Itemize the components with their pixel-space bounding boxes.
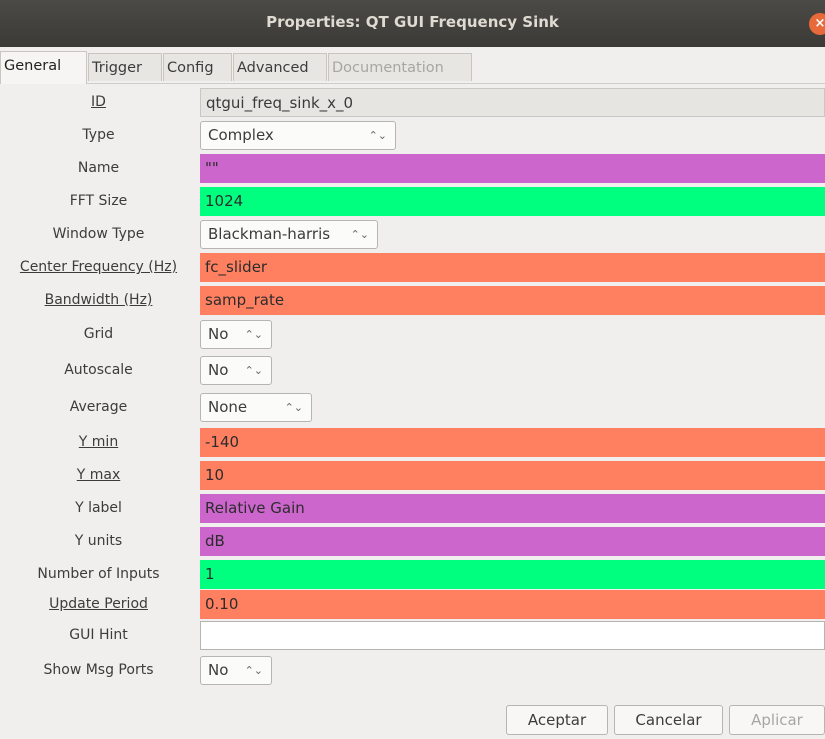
accept-button[interactable]: Aceptar	[506, 705, 608, 735]
property-label: ID	[91, 94, 106, 110]
property-row-average: Average None ⌃⌄	[0, 391, 825, 424]
property-row-y-label: Y label Relative Gain	[0, 492, 825, 525]
chevron-updown-icon: ⌃⌄	[244, 328, 263, 341]
fft-size-field[interactable]: 1024	[200, 187, 825, 216]
property-row-y-min: Y min -140	[0, 426, 825, 459]
property-row-fft-size: FFT Size 1024	[0, 185, 825, 218]
window-type-combo[interactable]: Blackman-harris ⌃⌄	[200, 220, 378, 249]
property-row-type: Type Complex ⌃⌄	[0, 119, 825, 152]
title-bar: Properties: QT GUI Frequency Sink ×	[0, 0, 825, 47]
properties-panel: ID qtgui_freq_sink_x_0 Type Complex ⌃⌄ Na…	[0, 84, 825, 696]
tab-trigger[interactable]: Trigger	[88, 53, 162, 81]
property-row-name: Name ""	[0, 152, 825, 185]
chevron-updown-icon: ⌃⌄	[368, 129, 387, 142]
bandwidth-field[interactable]: samp_rate	[200, 286, 825, 315]
average-combo[interactable]: None ⌃⌄	[200, 393, 312, 422]
property-label: Grid	[83, 326, 114, 342]
chevron-updown-icon: ⌃⌄	[350, 228, 369, 241]
property-label: Number of Inputs	[37, 566, 160, 582]
property-row-number-of-inputs: Number of Inputs 1	[0, 558, 825, 591]
apply-button: Aplicar	[729, 705, 825, 735]
y-max-field[interactable]: 10	[200, 461, 825, 490]
property-row-center-frequency: Center Frequency (Hz) fc_slider	[0, 251, 825, 284]
property-row-id: ID qtgui_freq_sink_x_0	[0, 86, 825, 119]
tab-general[interactable]: General	[0, 51, 87, 84]
chevron-updown-icon: ⌃⌄	[284, 401, 303, 414]
window-title: Properties: QT GUI Frequency Sink	[266, 13, 559, 31]
name-field[interactable]: ""	[200, 154, 825, 183]
property-label: Y label	[75, 500, 122, 516]
chevron-updown-icon: ⌃⌄	[244, 364, 263, 377]
property-label: Center Frequency (Hz)	[19, 259, 178, 275]
tab-documentation: Documentation	[328, 53, 472, 81]
property-label: FFT Size	[69, 193, 128, 209]
property-row-y-max: Y max 10	[0, 459, 825, 492]
property-label: Average	[69, 399, 128, 415]
property-label: Y max	[76, 467, 121, 483]
property-row-bandwidth: Bandwidth (Hz) samp_rate	[0, 284, 825, 317]
cancel-button[interactable]: Cancelar	[614, 705, 723, 735]
number-of-inputs-field[interactable]: 1	[200, 560, 825, 589]
center-frequency-field[interactable]: fc_slider	[200, 253, 825, 282]
grid-combo[interactable]: No ⌃⌄	[200, 320, 272, 349]
y-units-field[interactable]: dB	[200, 527, 825, 556]
property-label: Bandwidth (Hz)	[44, 292, 153, 308]
property-row-autoscale: Autoscale No ⌃⌄	[0, 354, 825, 387]
property-row-gui-hint: GUI Hint	[0, 619, 825, 652]
property-label: Window Type	[52, 226, 145, 242]
y-label-field[interactable]: Relative Gain	[200, 494, 825, 523]
tab-bar: General Trigger Config Advanced Document…	[0, 51, 825, 84]
close-icon[interactable]: ×	[809, 13, 825, 35]
property-row-grid: Grid No ⌃⌄	[0, 318, 825, 351]
property-row-y-units: Y units dB	[0, 525, 825, 558]
property-row-window-type: Window Type Blackman-harris ⌃⌄	[0, 218, 825, 251]
property-row-show-msg-ports: Show Msg Ports No ⌃⌄	[0, 654, 825, 687]
tab-advanced[interactable]: Advanced	[233, 53, 327, 81]
tab-config[interactable]: Config	[163, 53, 232, 81]
property-row-update-period: Update Period 0.10	[0, 588, 825, 621]
chevron-updown-icon: ⌃⌄	[244, 664, 263, 677]
show-msg-ports-combo[interactable]: No ⌃⌄	[200, 656, 272, 685]
property-label: Y min	[78, 434, 119, 450]
y-min-field[interactable]: -140	[200, 428, 825, 457]
property-label: Y units	[74, 533, 123, 549]
property-label: Autoscale	[64, 362, 133, 378]
property-label: Name	[77, 160, 120, 176]
type-combo[interactable]: Complex ⌃⌄	[200, 121, 396, 150]
property-label: GUI Hint	[69, 627, 128, 643]
property-label: Type	[82, 127, 115, 143]
property-label: Show Msg Ports	[43, 662, 154, 678]
autoscale-combo[interactable]: No ⌃⌄	[200, 356, 272, 385]
dialog-button-bar: Aceptar Cancelar Aplicar	[0, 697, 825, 739]
gui-hint-field[interactable]	[200, 621, 825, 650]
id-field[interactable]: qtgui_freq_sink_x_0	[200, 88, 825, 117]
property-label: Update Period	[49, 596, 148, 612]
update-period-field[interactable]: 0.10	[200, 590, 825, 619]
